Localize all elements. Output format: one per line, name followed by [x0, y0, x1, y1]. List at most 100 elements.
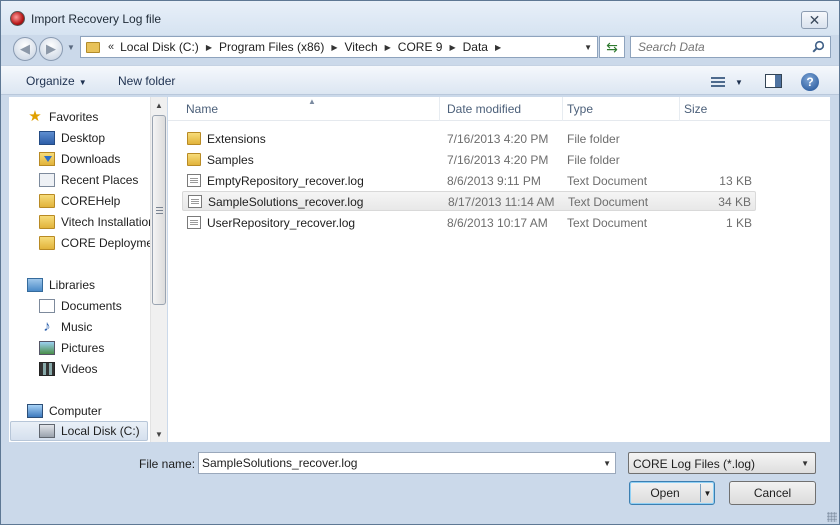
nav-item-label: Desktop: [61, 131, 106, 145]
new-folder-button[interactable]: New folder: [118, 74, 175, 88]
nav-item-label: Downloads: [61, 152, 121, 166]
search-icon[interactable]: [812, 40, 825, 53]
nav-item-core-deployment[interactable]: CORE Deployment: [39, 233, 163, 253]
column-header-size[interactable]: Size: [680, 97, 760, 121]
file-name: Extensions: [207, 132, 266, 146]
pictures-icon: [39, 341, 55, 355]
app-icon: [10, 11, 25, 26]
nav-libraries[interactable]: Libraries: [27, 275, 95, 295]
nav-scrollbar[interactable]: ▲ ▼: [150, 97, 167, 442]
scrollbar-thumb[interactable]: [152, 115, 166, 305]
address-bar[interactable]: « Local Disk (C:) ▶ Program Files (x86) …: [80, 36, 598, 58]
address-dropdown-icon[interactable]: ▼: [584, 43, 592, 52]
filename-input[interactable]: [199, 453, 595, 473]
open-button-label: Open: [650, 486, 680, 500]
breadcrumb-core9[interactable]: CORE 9: [398, 40, 443, 54]
chevron-down-icon[interactable]: ▼: [603, 459, 611, 468]
file-row-userrepository[interactable]: UserRepository_recover.log 8/6/2013 10:1…: [182, 213, 756, 233]
breadcrumb-separator-icon[interactable]: ▶: [495, 43, 501, 52]
change-view-button[interactable]: ▼: [711, 74, 745, 90]
folder-icon: [39, 194, 55, 208]
address-overflow-icon[interactable]: «: [108, 41, 114, 53]
navigation-pane[interactable]: ★ Favorites Desktop Downloads Recent Pla…: [9, 97, 167, 442]
nav-item-label: Music: [61, 320, 93, 334]
file-list[interactable]: ▲ Name Date modified Type Size Extension…: [168, 97, 830, 442]
folder-icon: [187, 132, 201, 145]
nav-item-pictures[interactable]: Pictures: [39, 338, 104, 358]
recent-pages-dropdown-icon[interactable]: ▼: [67, 43, 75, 52]
file-size: 13 KB: [719, 174, 752, 188]
file-row-samplesolutions[interactable]: SampleSolutions_recover.log 8/17/2013 11…: [182, 191, 756, 211]
breadcrumb-separator-icon[interactable]: ▶: [331, 43, 337, 52]
file-type: File folder: [567, 132, 620, 146]
breadcrumb-separator-icon[interactable]: ▶: [206, 43, 212, 52]
title-bar: Import Recovery Log file ✕: [1, 1, 839, 35]
nav-item-videos[interactable]: Videos: [39, 359, 97, 379]
column-headers: ▲ Name Date modified Type Size: [168, 97, 830, 121]
computer-icon: [27, 404, 43, 418]
breadcrumb-local-disk[interactable]: Local Disk (C:): [120, 40, 199, 54]
help-icon[interactable]: ?: [801, 73, 819, 91]
open-options-dropdown-icon[interactable]: ▼: [700, 484, 714, 502]
close-icon: ✕: [808, 12, 821, 28]
search-box[interactable]: [630, 36, 831, 58]
preview-pane-icon[interactable]: [765, 74, 782, 88]
folder-icon: [187, 153, 201, 166]
scroll-down-icon[interactable]: ▼: [151, 426, 167, 442]
nav-item-downloads[interactable]: Downloads: [39, 149, 120, 169]
column-header-name[interactable]: Name: [182, 97, 440, 121]
nav-item-corehelp[interactable]: COREHelp: [39, 191, 120, 211]
refresh-button[interactable]: ⇆: [599, 36, 625, 58]
filename-label: File name:: [139, 457, 196, 471]
window-title: Import Recovery Log file: [31, 12, 162, 26]
nav-item-label: Local Disk (C:): [61, 424, 140, 438]
file-type: Text Document: [567, 216, 648, 230]
downloads-icon: [39, 152, 55, 166]
forward-button[interactable]: ▶: [39, 37, 63, 61]
file-row-emptyrepository[interactable]: EmptyRepository_recover.log 8/6/2013 9:1…: [182, 171, 756, 191]
back-button[interactable]: ◀: [13, 37, 37, 61]
resize-grip-icon[interactable]: [827, 512, 837, 522]
nav-item-label: Documents: [61, 299, 122, 313]
column-header-date[interactable]: Date modified: [443, 97, 563, 121]
nav-item-desktop[interactable]: Desktop: [39, 128, 105, 148]
column-header-type[interactable]: Type: [563, 97, 680, 121]
nav-libraries-label: Libraries: [49, 278, 96, 292]
file-type-filter[interactable]: CORE Log Files (*.log) ▼: [628, 452, 816, 474]
file-date: 8/6/2013 9:11 PM: [447, 174, 541, 188]
breadcrumb-separator-icon[interactable]: ▶: [449, 43, 455, 52]
file-type: Text Document: [567, 174, 648, 188]
nav-favorites[interactable]: ★ Favorites: [27, 107, 98, 127]
nav-item-recent-places[interactable]: Recent Places: [39, 170, 138, 190]
search-input[interactable]: [631, 37, 809, 57]
close-button[interactable]: ✕: [801, 11, 828, 29]
breadcrumb-separator-icon[interactable]: ▶: [385, 43, 391, 52]
folder-icon: [39, 215, 55, 229]
nav-computer[interactable]: Computer: [27, 401, 102, 421]
nav-item-label: Vitech Installation: [61, 215, 155, 229]
music-icon: ♪: [43, 318, 51, 335]
nav-item-music[interactable]: ♪ Music: [39, 317, 92, 337]
nav-item-vitech-installation[interactable]: Vitech Installation: [39, 212, 155, 232]
forward-arrow-icon: ▶: [46, 41, 56, 56]
scroll-up-icon[interactable]: ▲: [151, 97, 167, 113]
file-name: Samples: [207, 153, 254, 167]
libraries-icon: [27, 278, 43, 292]
breadcrumb-vitech[interactable]: Vitech: [344, 40, 377, 54]
file-row-samples[interactable]: Samples 7/16/2013 4:20 PM File folder: [182, 150, 756, 170]
cancel-button[interactable]: Cancel: [729, 481, 816, 505]
filename-combobox[interactable]: ▼: [198, 452, 616, 474]
breadcrumb-data[interactable]: Data: [463, 40, 488, 54]
organize-button[interactable]: Organize ▼: [26, 74, 87, 88]
nav-item-local-disk[interactable]: Local Disk (C:): [10, 421, 148, 441]
organize-label: Organize: [26, 74, 75, 88]
open-button[interactable]: Open ▼: [629, 481, 715, 505]
file-row-extensions[interactable]: Extensions 7/16/2013 4:20 PM File folder: [182, 129, 756, 149]
star-icon: ★: [28, 108, 42, 125]
nav-item-documents[interactable]: Documents: [39, 296, 122, 316]
disk-drive-icon: [39, 424, 55, 438]
chevron-down-icon: ▼: [78, 78, 87, 87]
back-arrow-icon: ◀: [20, 41, 30, 56]
file-type: File folder: [567, 153, 620, 167]
breadcrumb-program-files[interactable]: Program Files (x86): [219, 40, 324, 54]
